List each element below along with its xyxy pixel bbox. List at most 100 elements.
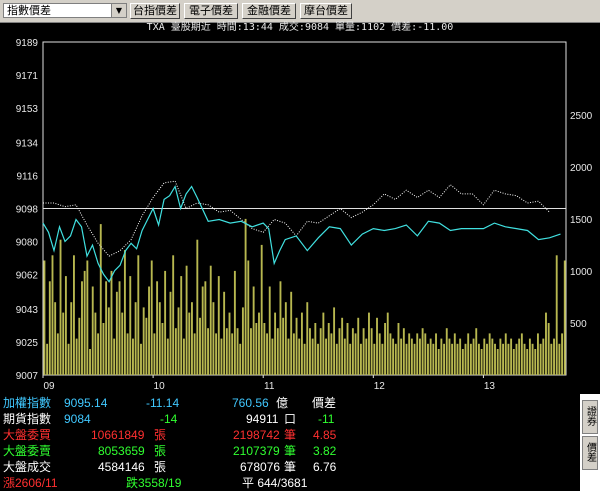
volume-bar xyxy=(81,281,83,375)
tab-spread-label: 價差 xyxy=(584,442,596,462)
volume-bar xyxy=(239,343,242,375)
volume-bar xyxy=(188,312,191,375)
volume-bar xyxy=(212,302,215,375)
volume-bar xyxy=(46,343,49,375)
volume-bar xyxy=(311,338,314,375)
volume-bar xyxy=(268,286,271,375)
volume-bar xyxy=(378,333,381,375)
volume-bar xyxy=(67,343,70,375)
x-tick-label: 12 xyxy=(374,381,386,392)
volume-bar xyxy=(365,338,368,375)
volume-bar xyxy=(389,333,392,375)
y-tick-label: 9098 xyxy=(16,205,39,216)
volume-bar xyxy=(429,338,432,375)
volume-bar xyxy=(244,218,247,375)
volume-bar xyxy=(134,302,137,375)
y-tick-label: 9025 xyxy=(16,338,39,349)
volume-bar xyxy=(550,343,553,375)
volume-bar xyxy=(537,333,539,375)
volume-bar xyxy=(515,343,518,375)
volume-bar xyxy=(512,349,515,375)
volume-bar xyxy=(252,286,255,375)
volume-bar xyxy=(204,281,207,375)
volume-bar xyxy=(327,323,330,375)
volume-bar xyxy=(123,250,126,375)
bid-ratio: 4.85 xyxy=(313,428,337,442)
volume-bar xyxy=(453,333,456,375)
volume-bar xyxy=(343,338,346,375)
volume-bar xyxy=(486,343,488,375)
volume-bar xyxy=(555,255,558,375)
volume-bar xyxy=(499,338,502,375)
toolbar: 指數價差 ▼ 台指價差 電子價差 金融價差 摩台價差 xyxy=(0,0,600,23)
volume-bar xyxy=(510,338,513,375)
futures-value: 9084 xyxy=(64,412,91,426)
volume-bar xyxy=(496,349,499,375)
volume-bar xyxy=(303,343,306,375)
y2-tick-label: 500 xyxy=(570,319,587,330)
volume-bar xyxy=(271,338,274,375)
volume-bar xyxy=(440,338,443,375)
row-taiex: 加權指數 9095.14 -11.14 760.56 億 價差 xyxy=(0,395,580,411)
tab-electronics-spread[interactable]: 電子價差 xyxy=(184,3,238,19)
volume-bar xyxy=(368,312,370,375)
price-volume-chart[interactable]: 9189 9171 9153 9134 9116 9098 9080 9062 9043 9025… xyxy=(0,34,600,394)
tab-finance-spread[interactable]: 金融價差 xyxy=(242,3,296,19)
contracts-value: 94911 xyxy=(246,412,279,426)
unchanged: 平 644/3681 xyxy=(242,476,308,490)
volume-bar xyxy=(54,302,57,375)
volume-bar xyxy=(400,338,403,375)
volume-bar xyxy=(215,333,218,375)
volume-bar xyxy=(397,323,400,375)
volume-bar xyxy=(475,328,478,375)
bid-lots-unit: 張 xyxy=(154,428,167,442)
tab-msci-spread[interactable]: 摩台價差 xyxy=(300,3,352,19)
volume-bar xyxy=(523,343,526,375)
volume-bar xyxy=(295,317,298,375)
y-tick-label: 9189 xyxy=(16,38,39,49)
traded-orders: 678076 xyxy=(240,460,281,474)
volume-bar xyxy=(384,323,386,375)
volume-bar xyxy=(236,328,239,375)
volume-bar xyxy=(180,276,183,375)
tab-taiex-spread[interactable]: 台指價差 xyxy=(130,3,180,19)
index-selector[interactable]: 指數價差 ▼ xyxy=(3,3,127,18)
volume-bar xyxy=(413,343,416,375)
volume-bar xyxy=(207,328,209,375)
volume-bar xyxy=(89,349,91,375)
volume-bar xyxy=(279,281,282,375)
chevron-down-icon[interactable]: ▼ xyxy=(111,4,126,17)
row-label: 大盤成交 xyxy=(3,460,52,474)
volume-bar xyxy=(115,291,118,376)
volume-bar xyxy=(418,338,421,375)
volume-bar xyxy=(341,317,344,375)
traded-lots-unit: 張 xyxy=(154,460,167,474)
volume-bar xyxy=(258,312,260,375)
volume-bar xyxy=(121,312,124,375)
volume-bar xyxy=(174,328,177,375)
volume-bar xyxy=(172,255,175,375)
volume-bar xyxy=(140,343,142,375)
volume-bar xyxy=(102,323,105,375)
volume-bar xyxy=(528,338,531,375)
tab-securities-label: 證券 xyxy=(584,406,596,426)
volume-bar xyxy=(502,343,505,375)
volume-bar xyxy=(158,302,161,375)
tab-securities[interactable]: 證券 xyxy=(582,400,598,434)
volume-bar xyxy=(129,276,132,375)
row-label: 大盤委賣 xyxy=(3,444,52,458)
volume-bar xyxy=(539,343,542,375)
volume-bar xyxy=(435,333,437,375)
volume-bar xyxy=(247,260,250,375)
volume-bar xyxy=(405,343,408,375)
row-breadth: 漲2606/11 跌3558/19 平 644/3681 xyxy=(0,475,580,491)
volume-bar xyxy=(48,281,51,375)
volume-bar xyxy=(250,328,252,375)
volume-bar xyxy=(132,338,134,375)
tab-spread[interactable]: 價差 xyxy=(582,436,598,470)
ask-orders-unit: 筆 xyxy=(284,444,297,458)
y-tick-label: 9171 xyxy=(16,71,39,82)
volume-bar xyxy=(62,312,65,375)
volume-bar xyxy=(75,338,78,375)
y2-tick-label: 1000 xyxy=(570,267,593,278)
